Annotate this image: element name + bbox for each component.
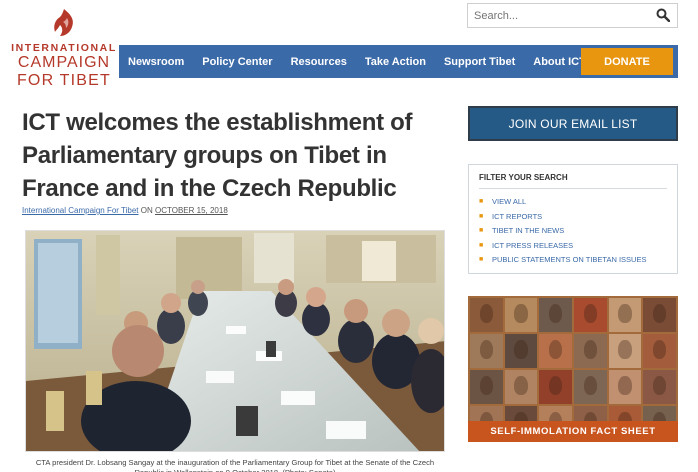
filter-item-tibet-in-the-news[interactable]: ■ TIBET IN THE NEWS xyxy=(479,224,667,239)
article-photo xyxy=(25,230,445,452)
article-title: ICT welcomes the establishment of Parlia… xyxy=(22,109,413,202)
author-link[interactable]: International Campaign For Tibet xyxy=(22,206,139,215)
portrait-tile xyxy=(470,334,503,368)
portrait-tile xyxy=(574,370,607,404)
portrait-tile xyxy=(574,298,607,332)
search-icon[interactable] xyxy=(656,8,670,22)
self-immolation-fact-sheet-banner[interactable]: SELF-IMMOLATION FACT SHEET xyxy=(468,421,678,442)
portrait-tile xyxy=(504,334,538,368)
nav-item-take-action[interactable]: Take Action xyxy=(356,56,435,68)
portrait-tile xyxy=(574,334,607,368)
portrait-tile xyxy=(643,370,676,404)
filter-title: FILTER YOUR SEARCH xyxy=(479,173,667,189)
portrait-tile xyxy=(643,298,676,332)
filter-item-label: VIEW ALL xyxy=(492,197,527,206)
article-date: OCTOBER 15, 2018 xyxy=(154,206,228,215)
bullet-icon: ■ xyxy=(479,198,484,205)
filter-item-ict-press-releases[interactable]: ■ ICT PRESS RELEASES xyxy=(479,239,667,254)
portrait-tile xyxy=(608,370,642,404)
portrait-tile xyxy=(643,334,676,368)
nav-item-resources[interactable]: Resources xyxy=(282,56,356,68)
bullet-icon: ■ xyxy=(479,212,484,220)
bullet-icon: ■ xyxy=(479,256,484,264)
join-email-list-button[interactable]: JOIN OUR EMAIL LIST xyxy=(468,106,678,141)
portrait-tile xyxy=(470,370,503,404)
nav-item-newsroom[interactable]: Newsroom xyxy=(119,56,193,68)
logo-text-line3: FOR TIBET xyxy=(16,72,112,89)
filter-item-view-all[interactable]: ■ VIEW ALL xyxy=(479,195,667,210)
filter-item-ict-reports[interactable]: ■ ICT REPORTS xyxy=(479,210,667,225)
portrait-tile xyxy=(470,298,503,332)
portrait-tile xyxy=(608,334,642,368)
logo-text-line2: CAMPAIGN xyxy=(17,54,111,71)
filter-item-public-statements[interactable]: ■ PUBLIC STATEMENTS ON TIBETAN ISSUES xyxy=(479,253,667,268)
portrait-tile xyxy=(539,334,572,368)
flame-icon xyxy=(54,9,73,36)
portrait-tile xyxy=(539,370,572,404)
ict-logo[interactable]: INTERNATIONAL CAMPAIGN FOR TIBET xyxy=(8,8,120,90)
nav-item-support-tibet[interactable]: Support Tibet xyxy=(435,56,524,68)
portrait-tile xyxy=(608,298,642,332)
search-input[interactable] xyxy=(468,4,648,27)
byline-on: ON xyxy=(140,206,153,215)
photo-caption: CTA president Dr. Lobsang Sangay at the … xyxy=(35,458,435,472)
portrait-tile xyxy=(539,298,572,332)
filter-item-label: ICT REPORTS xyxy=(492,211,543,221)
portrait-tile xyxy=(504,298,538,332)
donate-button[interactable]: DONATE xyxy=(581,48,673,75)
bullet-icon: ■ xyxy=(479,227,484,235)
bullet-icon: ■ xyxy=(479,241,484,249)
filter-item-label: TIBET IN THE NEWS xyxy=(492,226,565,236)
main-nav: Newsroom Policy Center Resources Take Ac… xyxy=(119,45,678,78)
filter-search-panel: FILTER YOUR SEARCH ■ VIEW ALL ■ ICT REPORT… xyxy=(468,164,678,274)
article-byline: International Campaign For Tibet ON OCTO… xyxy=(22,206,228,215)
portrait-tile xyxy=(504,370,538,404)
nav-item-policy-center[interactable]: Policy Center xyxy=(193,56,281,68)
logo-text-line1: INTERNATIONAL xyxy=(11,42,117,54)
meeting-photo-illustration xyxy=(26,231,444,451)
search-box xyxy=(467,3,678,28)
filter-item-label: ICT PRESS RELEASES xyxy=(492,240,574,250)
filter-item-label: PUBLIC STATEMENTS ON TIBETAN ISSUES xyxy=(492,255,647,265)
